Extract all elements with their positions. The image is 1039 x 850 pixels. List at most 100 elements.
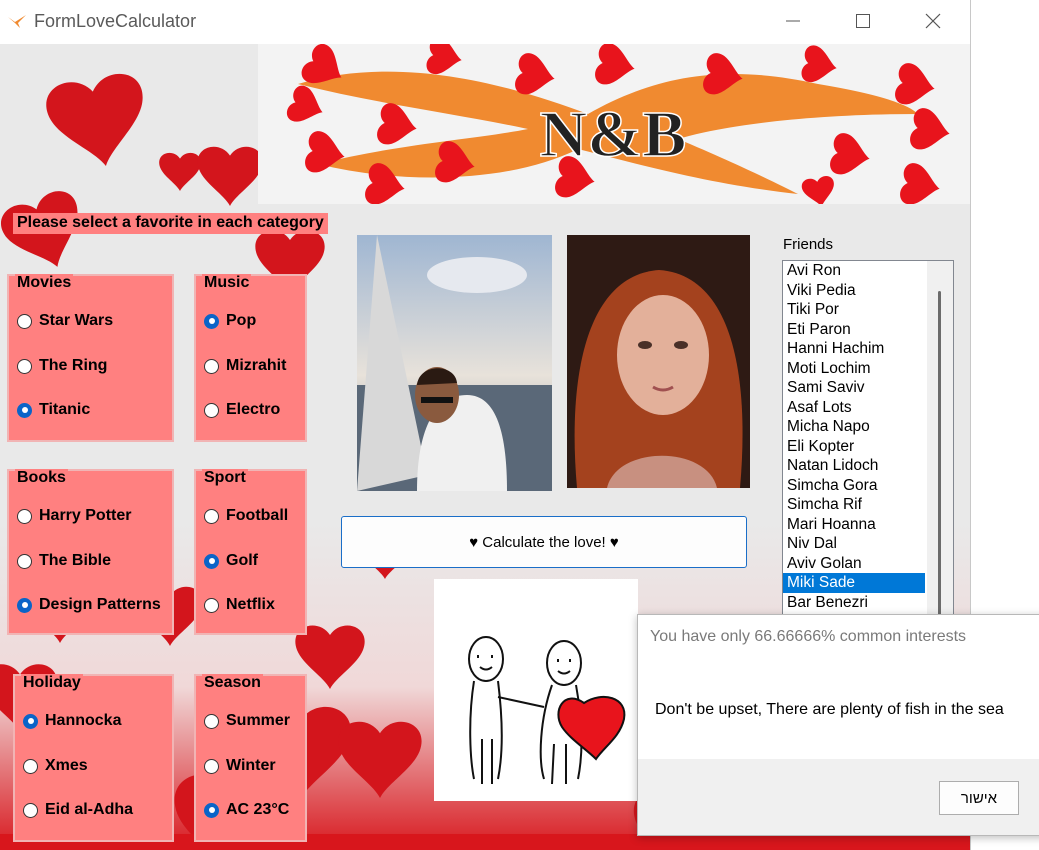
- title-bar: FormLoveCalculator: [0, 0, 970, 44]
- photo-man: [357, 235, 552, 491]
- radio-option-label: Football: [226, 507, 289, 524]
- friend-list-item[interactable]: Eli Kopter: [783, 437, 925, 457]
- friend-list-item[interactable]: Natan Lidoch: [783, 456, 925, 476]
- radio-button-icon[interactable]: [23, 802, 38, 818]
- friend-list-item[interactable]: Hanni Hachim: [783, 339, 925, 359]
- message-box-title: You have only 66.66666% common interests: [650, 628, 967, 645]
- message-box-text: Don't be upset, There are plenty of fish…: [655, 701, 1004, 718]
- friend-list-item[interactable]: Simcha Rif: [783, 495, 925, 515]
- calculate-love-button[interactable]: ♥ Calculate the love! ♥: [341, 516, 747, 568]
- radio-option-label: Design Patterns: [39, 596, 161, 613]
- radio-button-icon[interactable]: [17, 553, 32, 569]
- radio-option-books[interactable]: The Bible: [17, 552, 111, 570]
- friend-list-item[interactable]: Tiki Por: [783, 300, 925, 320]
- friend-list-item[interactable]: Eti Paron: [783, 320, 925, 340]
- love-sketch-image: [434, 579, 638, 801]
- radio-option-label: Titanic: [39, 401, 91, 418]
- radio-option-sport[interactable]: Netflix: [204, 596, 275, 614]
- group-title-season: Season: [202, 674, 263, 692]
- group-title-sport: Sport: [202, 469, 248, 487]
- radio-option-music[interactable]: Electro: [204, 401, 280, 419]
- radio-option-label: Electro: [226, 401, 281, 418]
- radio-option-sport[interactable]: Football: [204, 507, 288, 525]
- radio-option-label: The Bible: [39, 552, 112, 569]
- friends-label: Friends: [783, 236, 834, 253]
- friend-list-item[interactable]: Bar Benezri: [783, 593, 925, 613]
- group-holiday: Holiday Hannocka Xmes Eid al-Adha: [13, 674, 174, 842]
- close-button[interactable]: [898, 0, 968, 42]
- radio-option-label: Pop: [226, 312, 257, 329]
- radio-option-label: Hannocka: [45, 712, 122, 729]
- listbox-scrollbar[interactable]: [927, 261, 953, 669]
- radio-option-holiday[interactable]: Xmes: [23, 757, 88, 775]
- minimize-button[interactable]: [758, 0, 828, 42]
- radio-button-icon[interactable]: [17, 402, 32, 418]
- radio-option-label: Star Wars: [39, 312, 114, 329]
- message-box-footer: אישור: [638, 759, 1039, 835]
- radio-option-label: The Ring: [39, 357, 108, 374]
- instruction-label: Please select a favorite in each categor…: [13, 213, 328, 234]
- group-title-holiday: Holiday: [21, 674, 83, 692]
- radio-option-books[interactable]: Harry Potter: [17, 507, 131, 525]
- radio-option-movies[interactable]: The Ring: [17, 357, 107, 375]
- radio-option-music[interactable]: Mizrahit: [204, 357, 286, 375]
- radio-button-icon[interactable]: [17, 313, 32, 329]
- radio-button-icon[interactable]: [17, 358, 32, 374]
- radio-button-icon[interactable]: [204, 358, 219, 374]
- scrollbar-thumb[interactable]: [938, 291, 941, 621]
- radio-option-label: Summer: [226, 712, 291, 729]
- minimize-icon: [786, 20, 800, 22]
- group-sport: Sport Football Golf Netflix: [194, 469, 307, 635]
- radio-option-season[interactable]: AC 23°C: [204, 801, 289, 819]
- radio-button-icon[interactable]: [204, 802, 219, 818]
- radio-option-movies[interactable]: Star Wars: [17, 312, 113, 330]
- friend-list-item[interactable]: Micha Napo: [783, 417, 925, 437]
- radio-button-icon[interactable]: [23, 713, 38, 729]
- radio-button-icon[interactable]: [17, 597, 32, 613]
- radio-button-icon[interactable]: [204, 758, 219, 774]
- radio-option-season[interactable]: Summer: [204, 712, 290, 730]
- radio-button-icon[interactable]: [204, 313, 219, 329]
- radio-button-icon[interactable]: [204, 597, 219, 613]
- radio-option-sport[interactable]: Golf: [204, 552, 258, 570]
- maximize-button[interactable]: [828, 0, 898, 42]
- radio-option-holiday[interactable]: Eid al-Adha: [23, 801, 133, 819]
- radio-option-label: Winter: [226, 757, 276, 774]
- friend-list-item[interactable]: Asaf Lots: [783, 398, 925, 418]
- radio-option-label: Eid al-Adha: [45, 801, 134, 818]
- friend-list-item[interactable]: Mari Hoanna: [783, 515, 925, 535]
- friend-list-item[interactable]: Simcha Gora: [783, 476, 925, 496]
- friend-list-item[interactable]: Miki Sade: [783, 573, 925, 593]
- radio-option-books[interactable]: Design Patterns: [17, 596, 161, 614]
- friend-list-item[interactable]: Aviv Golan: [783, 554, 925, 574]
- radio-button-icon[interactable]: [204, 402, 219, 418]
- group-movies: Movies Star Wars The Ring Titanic: [7, 274, 174, 442]
- maximize-icon: [856, 14, 870, 28]
- radio-option-music[interactable]: Pop: [204, 312, 256, 330]
- radio-option-label: Xmes: [45, 757, 88, 774]
- radio-option-movies[interactable]: Titanic: [17, 401, 90, 419]
- radio-option-label: AC 23°C: [226, 801, 290, 818]
- group-books: Books Harry Potter The Bible Design Patter…: [7, 469, 174, 635]
- radio-button-icon[interactable]: [204, 508, 219, 524]
- radio-option-holiday[interactable]: Hannocka: [23, 712, 121, 730]
- radio-button-icon[interactable]: [204, 553, 219, 569]
- message-box: You have only 66.66666% common interests…: [637, 614, 1039, 836]
- radio-option-label: Netflix: [226, 596, 275, 613]
- friend-list-item[interactable]: Moti Lochim: [783, 359, 925, 379]
- radio-button-icon[interactable]: [23, 758, 38, 774]
- group-title-movies: Movies: [15, 274, 74, 292]
- radio-option-label: Golf: [226, 552, 258, 569]
- ok-button[interactable]: אישור: [939, 781, 1019, 815]
- friends-listbox[interactable]: Avi Ron Viki Pedia Tiki Por Eti Paron Hanni …: [782, 260, 954, 670]
- app-icon: [8, 15, 26, 28]
- radio-option-season[interactable]: Winter: [204, 757, 276, 775]
- banner-image: N&B: [258, 44, 970, 204]
- friend-list-item[interactable]: Niv Dal: [783, 534, 925, 554]
- radio-button-icon[interactable]: [204, 713, 219, 729]
- friend-list-item[interactable]: Avi Ron: [783, 261, 925, 281]
- friend-list-item[interactable]: Sami Saviv: [783, 378, 925, 398]
- group-title-music: Music: [202, 274, 252, 292]
- friend-list-item[interactable]: Viki Pedia: [783, 281, 925, 301]
- radio-button-icon[interactable]: [17, 508, 32, 524]
